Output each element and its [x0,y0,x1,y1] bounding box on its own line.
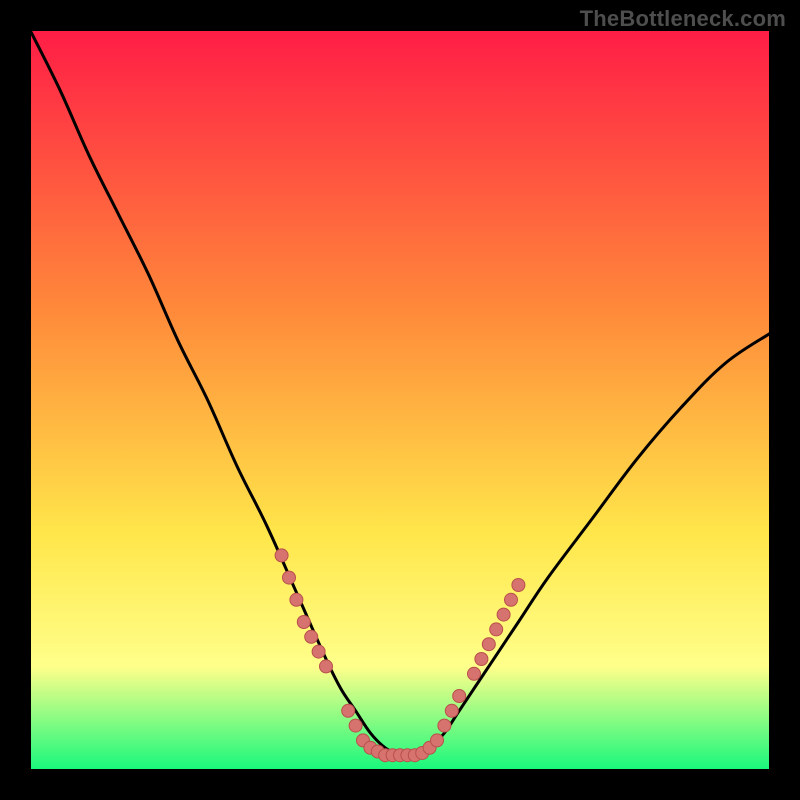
curve-marker [320,660,333,673]
curve-marker [505,593,518,606]
plot-background [30,30,770,770]
curve-marker [482,638,495,651]
curve-marker [275,549,288,562]
curve-marker [342,704,355,717]
curve-marker [490,623,503,636]
curve-marker [283,571,296,584]
curve-marker [297,616,310,629]
curve-marker [475,653,488,666]
curve-marker [312,645,325,658]
watermark-text: TheBottleneck.com [580,6,786,32]
bottleneck-chart [0,0,800,800]
curve-marker [305,630,318,643]
curve-marker [349,719,362,732]
curve-marker [445,704,458,717]
curve-marker [453,690,466,703]
curve-marker [431,734,444,747]
curve-marker [468,667,481,680]
curve-marker [290,593,303,606]
curve-marker [438,719,451,732]
curve-marker [512,579,525,592]
curve-marker [497,608,510,621]
